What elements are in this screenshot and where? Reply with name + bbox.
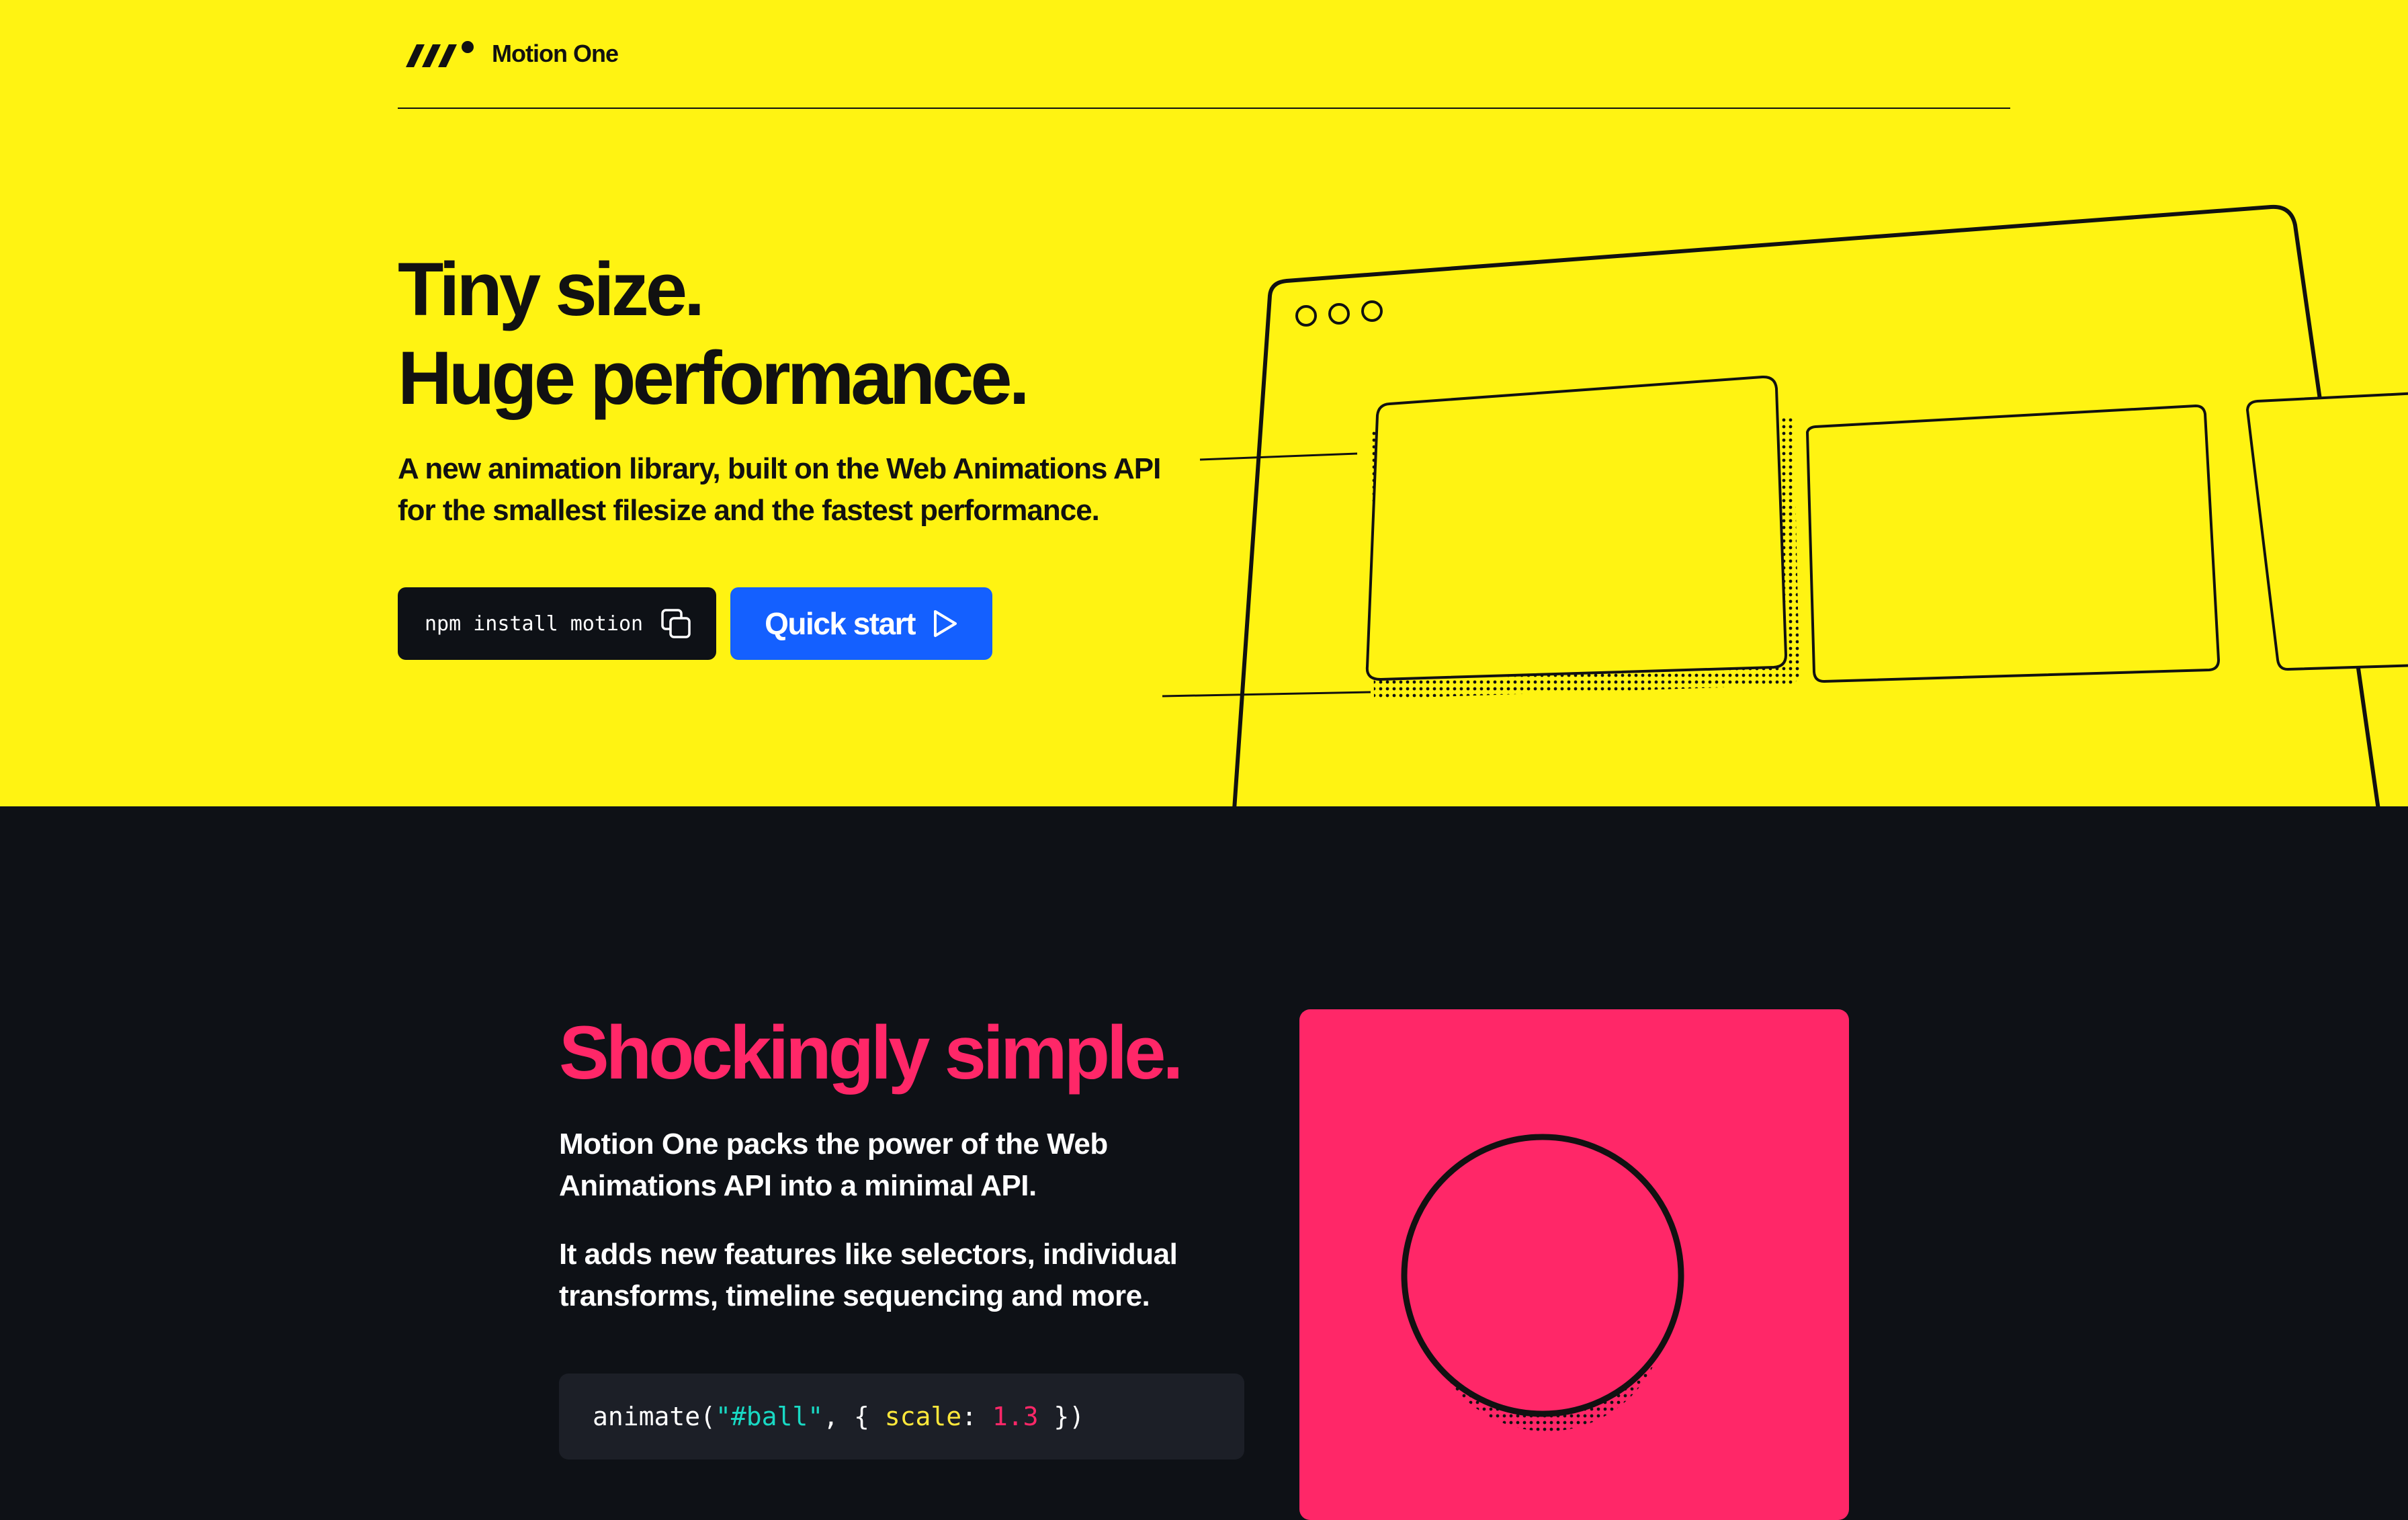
code-colon: : <box>961 1402 992 1431</box>
code-sep: , { <box>823 1402 885 1431</box>
copy-icon <box>661 609 691 638</box>
hero-title: Tiny size. Huge performance. <box>398 245 1030 423</box>
hero-subtitle-line-2: for the smallest filesize and the fastes… <box>398 494 1100 527</box>
code-value: 1.3 <box>992 1402 1039 1431</box>
quick-start-button[interactable]: Quick start <box>730 587 992 660</box>
card-3 <box>2245 392 2408 671</box>
card-2 <box>1805 404 2221 683</box>
card-1 <box>1365 375 1788 681</box>
hero-section: Motion One Tiny size. Huge performance. … <box>0 0 2408 806</box>
ball-demo-panel <box>1299 1009 1849 1520</box>
horizon-line-bottom <box>1162 691 1371 698</box>
ball <box>1401 1134 1684 1417</box>
npm-install-copy-button[interactable]: npm install motion <box>398 587 716 660</box>
hero-subtitle-line-1: A new animation library, built on the We… <box>398 452 1161 485</box>
ball-demo-illustration <box>1401 1134 1684 1431</box>
hero-title-line-1: Tiny size. <box>398 247 705 331</box>
window-dot-2 <box>1328 303 1350 325</box>
feature-title: Shockingly simple. <box>559 1011 1184 1095</box>
header-divider <box>398 108 2010 109</box>
code-key: scale <box>884 1402 962 1431</box>
horizon-line-top <box>1199 452 1358 461</box>
browser-window-illustration <box>1162 204 2408 806</box>
brand-name[interactable]: Motion One <box>492 39 619 69</box>
npm-install-command: npm install motion <box>425 611 644 636</box>
code-fn: animate( <box>593 1402 716 1431</box>
motion-one-logo-icon[interactable] <box>398 38 478 71</box>
window-dot-1 <box>1295 305 1317 327</box>
code-example[interactable]: animate("#ball", { scale: 1.3 }) <box>559 1374 1244 1460</box>
window-dot-3 <box>1361 300 1383 322</box>
play-icon <box>933 610 957 637</box>
code-close: }) <box>1038 1402 1085 1431</box>
quick-start-label: Quick start <box>765 606 916 641</box>
feature-paragraph-1: Motion One packs the power of the Web An… <box>559 1128 1108 1202</box>
hero-title-line-2: Huge performance. <box>398 336 1030 420</box>
hero-subtitle: A new animation library, built on the We… <box>398 448 1204 532</box>
feature-paragraph-2: It adds new features like selectors, ind… <box>559 1238 1178 1312</box>
code-selector: "#ball" <box>716 1402 824 1431</box>
